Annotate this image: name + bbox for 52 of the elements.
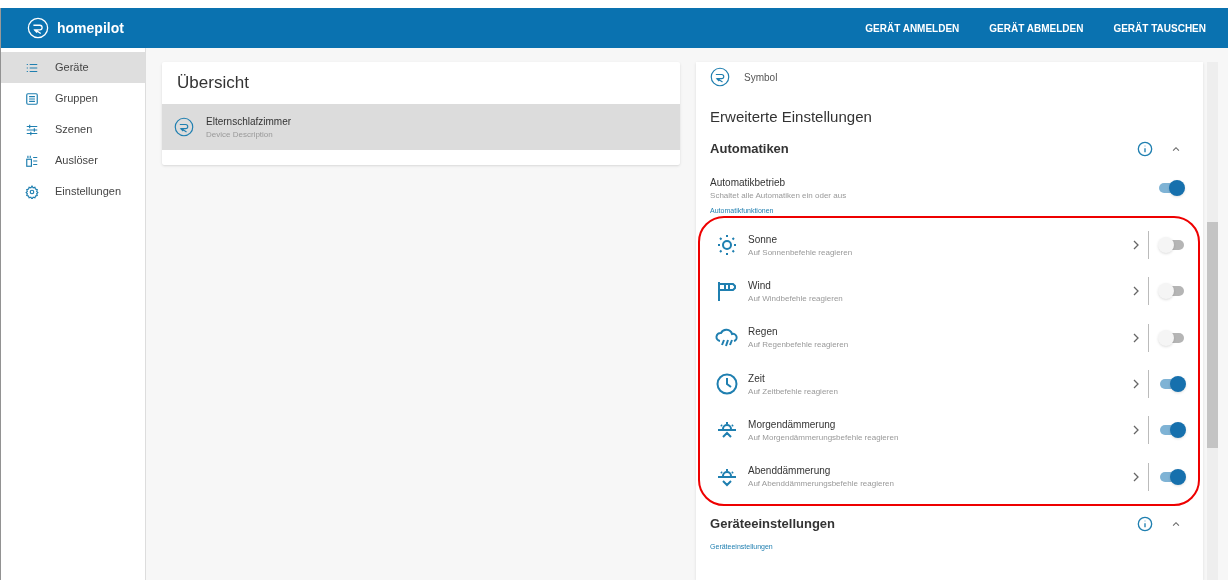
function-description: Auf Morgendämmerungsbefehle reagieren xyxy=(748,431,899,444)
function-description: Auf Windbefehle reagieren xyxy=(748,292,843,305)
info-icon[interactable] xyxy=(1137,515,1154,532)
header-action-button[interactable]: GERÄT ABMELDEN xyxy=(989,20,1084,36)
chevron-right-icon[interactable] xyxy=(1132,471,1141,482)
sidebar-item[interactable]: Auslöser xyxy=(1,145,146,176)
function-description: Auf Regenbefehle reagieren xyxy=(748,339,849,352)
toggle-switch[interactable] xyxy=(1160,286,1185,297)
function-label: Abenddämmerung xyxy=(748,464,832,479)
trigger-icon xyxy=(25,153,39,168)
function-label: Wind xyxy=(748,278,772,293)
function-label: Sonne xyxy=(748,232,778,247)
toggle-switch[interactable] xyxy=(1160,379,1185,390)
function-description: Auf Sonnenbefehle reagieren xyxy=(748,246,853,259)
setting-label: Automatikbetrieb xyxy=(710,175,787,190)
symbol-logo-icon xyxy=(710,67,731,87)
function-description: Auf Zeitbefehle reagieren xyxy=(748,385,838,398)
sidebar-item[interactable]: Gruppen xyxy=(1,83,146,114)
brand-name: homepilot xyxy=(57,18,124,38)
symbol-label: Symbol xyxy=(744,70,778,85)
device-settings-heading: Geräteeinstellungen xyxy=(710,515,836,534)
list-box-icon xyxy=(25,91,39,106)
sidebar-item[interactable]: Szenen xyxy=(1,114,146,145)
function-label: Morgendämmerung xyxy=(748,417,837,432)
toggle-switch[interactable] xyxy=(1160,240,1185,251)
settings-icon xyxy=(25,184,39,199)
header-action-button[interactable]: GERÄT TAUSCHEN xyxy=(1113,20,1206,36)
toggle-switch[interactable] xyxy=(1159,183,1184,193)
automatics-heading: Automatiken xyxy=(710,139,789,158)
logo-icon xyxy=(27,17,49,39)
sliders-icon xyxy=(25,122,39,137)
device-name: Elternschlafzimmer xyxy=(206,114,292,129)
function-label: Zeit xyxy=(748,371,766,386)
chevron-right-icon[interactable] xyxy=(1132,425,1141,436)
clock-icon xyxy=(715,372,740,397)
chevron-right-icon[interactable] xyxy=(1132,240,1141,251)
toggle-switch[interactable] xyxy=(1160,471,1185,482)
function-description: Auf Abenddämmerungsbefehle reagieren xyxy=(748,478,894,491)
toggle-switch[interactable] xyxy=(1160,425,1185,436)
header-action-button[interactable]: GERÄT ANMELDEN xyxy=(865,20,960,36)
setting-description: Schaltet alle Automatiken ein oder aus xyxy=(710,189,847,202)
function-label: Regen xyxy=(748,325,779,340)
chevron-right-icon[interactable] xyxy=(1132,379,1141,390)
sidebar-item[interactable]: Geräte xyxy=(1,52,146,83)
info-icon[interactable] xyxy=(1137,140,1154,157)
chevron-right-icon[interactable] xyxy=(1132,286,1141,297)
toggle-switch[interactable] xyxy=(1160,332,1185,343)
section-title: Erweiterte Einstellungen xyxy=(710,107,873,127)
overview-title: Übersicht xyxy=(176,72,250,95)
device-logo-icon xyxy=(174,117,195,137)
chevron-right-icon[interactable] xyxy=(1132,332,1141,343)
sidebar-item[interactable]: Einstellungen xyxy=(1,176,146,207)
